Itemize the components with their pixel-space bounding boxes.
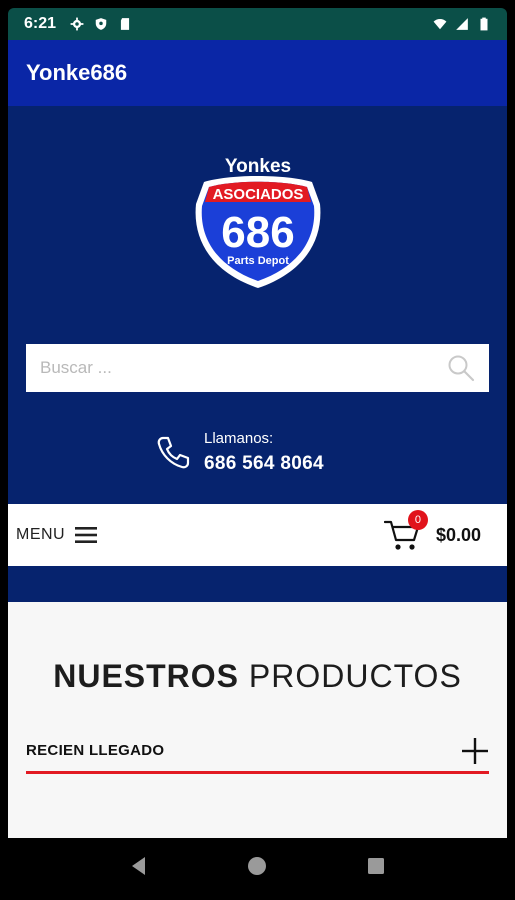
call-label: Llamanos: xyxy=(204,430,274,447)
recents-icon[interactable] xyxy=(364,854,388,878)
shield-icon xyxy=(95,18,107,30)
phone-number[interactable]: 686 564 8064 xyxy=(204,453,324,475)
search-bar xyxy=(26,344,489,392)
search-icon[interactable] xyxy=(447,354,475,382)
battery-icon xyxy=(480,17,488,31)
cart-total: $0.00 xyxy=(435,524,481,545)
app-bar: Yonke686 xyxy=(8,40,507,106)
search-input[interactable] xyxy=(40,358,447,378)
menu-label: MENU xyxy=(16,526,66,543)
blue-divider xyxy=(8,566,507,602)
cart-button[interactable]: 0 $0.00 xyxy=(383,510,481,552)
logo-banner-text: ASOCIADOS xyxy=(213,186,304,203)
products-section: NUESTROS PRODUCTOS RECIEN LLEGADO xyxy=(8,602,507,838)
gear-icon xyxy=(70,17,84,31)
hero-section: Yonkes ASOCIADOS 686 Parts Depot Llamano… xyxy=(8,106,507,504)
logo-sub-text: Parts Depot xyxy=(227,255,289,267)
cart-count-badge: 0 xyxy=(407,510,428,530)
sd-card-icon xyxy=(120,18,130,30)
title-bold: NUESTROS xyxy=(53,658,240,694)
status-icons-right xyxy=(433,17,491,31)
status-icons-left xyxy=(70,17,132,31)
back-icon[interactable] xyxy=(127,854,151,878)
hamburger-icon xyxy=(75,527,98,543)
site-logo[interactable]: Yonkes ASOCIADOS 686 Parts Depot xyxy=(190,152,326,292)
contact-text: Llamanos: 686 564 8064 xyxy=(204,430,324,475)
menu-button[interactable]: MENU xyxy=(16,526,98,544)
wifi-icon xyxy=(433,19,447,30)
status-bar: 6:21 xyxy=(8,8,507,40)
app-title: Yonke686 xyxy=(26,60,128,85)
home-icon[interactable] xyxy=(245,854,269,878)
logo-graphic: Yonkes ASOCIADOS 686 Parts Depot xyxy=(195,156,321,288)
cellular-icon xyxy=(456,18,468,30)
cart-icon-wrap: 0 xyxy=(383,510,428,552)
status-time: 6:21 xyxy=(24,15,57,32)
phone-icon xyxy=(157,436,190,468)
menu-bar: MENU 0 $0.00 xyxy=(8,504,507,566)
accordion-recien-llegado[interactable]: RECIEN LLEGADO xyxy=(26,730,489,774)
logo-top-text: Yonkes xyxy=(225,156,291,177)
title-light: PRODUCTOS xyxy=(248,658,462,694)
system-nav-bar xyxy=(8,838,507,894)
accordion-label: RECIEN LLEGADO xyxy=(26,742,165,759)
contact-block[interactable]: Llamanos: 686 564 8064 xyxy=(154,430,324,475)
plus-icon[interactable] xyxy=(461,737,489,765)
logo-number: 686 xyxy=(221,208,294,257)
section-title: NUESTROS PRODUCTOS xyxy=(8,658,507,695)
